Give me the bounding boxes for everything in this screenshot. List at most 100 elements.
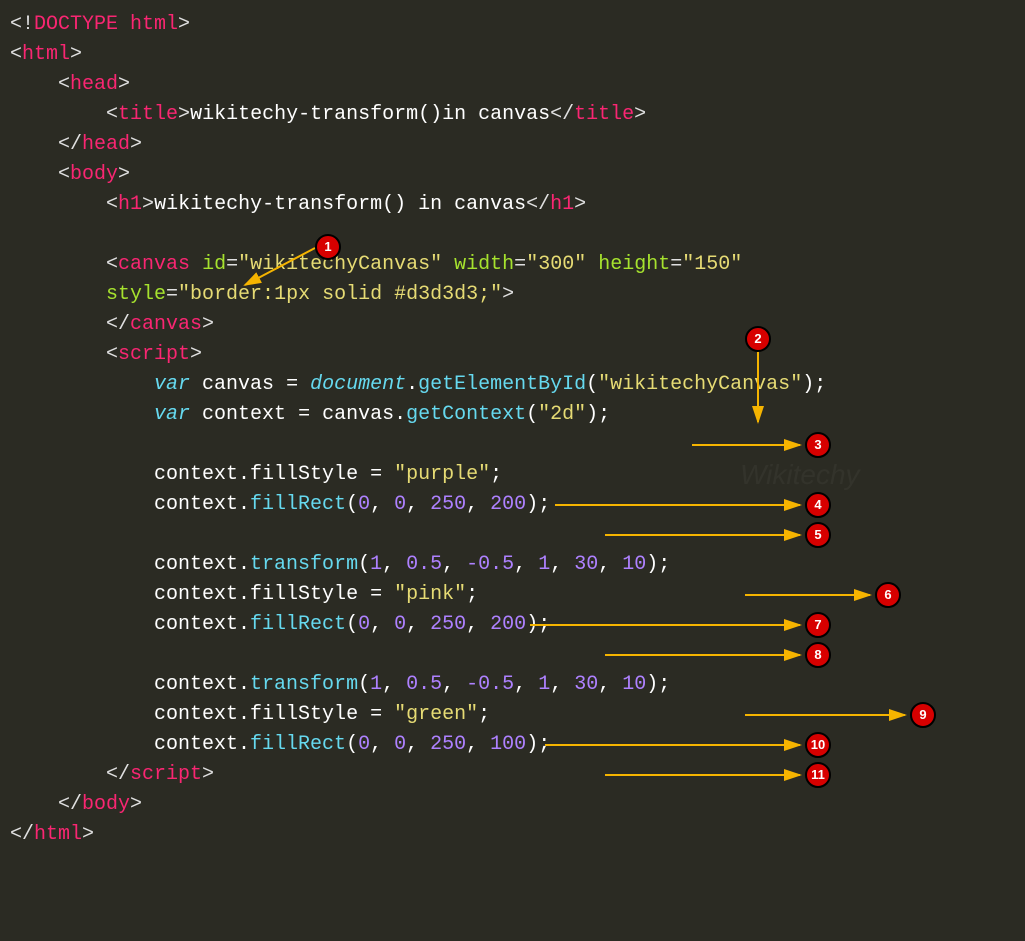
line2-fn: getContext <box>406 403 526 426</box>
line5-fn: transform <box>250 553 358 576</box>
line8-a: context. <box>154 673 250 696</box>
h1-close-tag: h1 <box>550 193 574 216</box>
doctype-open: <! <box>10 13 34 36</box>
line3-end: ; <box>490 463 502 486</box>
line6-end: ; <box>466 583 478 606</box>
line7-c: , <box>370 613 394 636</box>
line8-e: , <box>514 673 538 696</box>
h1-open-tag: h1 <box>118 193 142 216</box>
marker-6: 6 <box>875 582 901 608</box>
line10-d: , <box>406 733 430 756</box>
line5-c: , <box>382 553 406 576</box>
line5-n1: 1 <box>370 553 382 576</box>
script-open-tag: script <box>118 343 190 366</box>
line5-n4: 1 <box>538 553 550 576</box>
line10-n2: 0 <box>394 733 406 756</box>
line4-e: , <box>466 493 490 516</box>
line1-c: ( <box>586 373 598 396</box>
line1-b: . <box>406 373 418 396</box>
line5-n6: 10 <box>622 553 646 576</box>
line2-c: ( <box>526 403 538 426</box>
line3-str: "purple" <box>394 463 490 486</box>
line4-d: , <box>406 493 430 516</box>
line8-f: , <box>550 673 574 696</box>
attr-id-val: "wikitechyCanvas" <box>238 253 442 276</box>
line4-a: context. <box>154 493 250 516</box>
line1-d: ); <box>802 373 826 396</box>
line1-a: canvas = <box>190 373 310 396</box>
line5-g: , <box>598 553 622 576</box>
attr-style: style <box>106 283 166 306</box>
line7-n3: 250 <box>430 613 466 636</box>
code-pre: <!DOCTYPE html> <html> <head> <title>wik… <box>10 10 1015 850</box>
marker-11: 11 <box>805 762 831 788</box>
line7-f: ); <box>526 613 550 636</box>
line5-n5: 30 <box>574 553 598 576</box>
line4-n2: 0 <box>394 493 406 516</box>
head-open-tag: head <box>70 73 118 96</box>
line5-e: , <box>514 553 538 576</box>
line10-e: , <box>466 733 490 756</box>
line6: context.fillStyle = <box>154 583 394 606</box>
line10-a: context. <box>154 733 250 756</box>
line7-n1: 0 <box>358 613 370 636</box>
line10-n1: 0 <box>358 733 370 756</box>
line10-fn: fillRect <box>250 733 346 756</box>
code-block: <!DOCTYPE html> <html> <head> <title>wik… <box>0 0 1025 941</box>
attr-width-val: "300" <box>526 253 586 276</box>
line5-n3: -0.5 <box>466 553 514 576</box>
html-open-tag: html <box>22 43 70 66</box>
line4-n1: 0 <box>358 493 370 516</box>
line8-b: ( <box>358 673 370 696</box>
title-close-tag: title <box>574 103 634 126</box>
line10-n4: 100 <box>490 733 526 756</box>
head-close-tag: head <box>82 133 130 156</box>
line10-n3: 250 <box>430 733 466 756</box>
line1-str: "wikitechyCanvas" <box>598 373 802 396</box>
title-text: wikitechy-transform()in canvas <box>190 103 550 126</box>
marker-4: 4 <box>805 492 831 518</box>
marker-5: 5 <box>805 522 831 548</box>
line8-n3: -0.5 <box>466 673 514 696</box>
line4-b: ( <box>346 493 358 516</box>
watermark: Wikitechy <box>740 460 860 490</box>
attr-height-val: "150" <box>682 253 742 276</box>
line1-doc: document <box>310 373 406 396</box>
line7-a: context. <box>154 613 250 636</box>
line7-e: , <box>466 613 490 636</box>
line7-fn: fillRect <box>250 613 346 636</box>
line8-c: , <box>382 673 406 696</box>
line4-fn: fillRect <box>250 493 346 516</box>
line4-c: , <box>370 493 394 516</box>
canvas-open-tag: canvas <box>118 253 190 276</box>
body-close-tag: body <box>82 793 130 816</box>
line8-n5: 30 <box>574 673 598 696</box>
kw-var-1: var <box>154 373 190 396</box>
h1-text: wikitechy-transform() in canvas <box>154 193 526 216</box>
line5-f: , <box>550 553 574 576</box>
attr-id: id <box>202 253 226 276</box>
line5-a: context. <box>154 553 250 576</box>
marker-9: 9 <box>910 702 936 728</box>
marker-3: 3 <box>805 432 831 458</box>
title-open-tag: title <box>118 103 178 126</box>
line7-n2: 0 <box>394 613 406 636</box>
script-close-tag: script <box>130 763 202 786</box>
html-close-tag: html <box>34 823 82 846</box>
line10-c: , <box>370 733 394 756</box>
line8-n6: 10 <box>622 673 646 696</box>
line7-d: , <box>406 613 430 636</box>
line3: context.fillStyle = <box>154 463 394 486</box>
line5-d: , <box>442 553 466 576</box>
line5-b: ( <box>358 553 370 576</box>
doctype-close: > <box>178 13 190 36</box>
doctype-name: DOCTYPE html <box>34 13 178 36</box>
line2-d: ); <box>586 403 610 426</box>
line7-n4: 200 <box>490 613 526 636</box>
line5-h: ); <box>646 553 670 576</box>
marker-10: 10 <box>805 732 831 758</box>
line10-b: ( <box>346 733 358 756</box>
line1-fn: getElementById <box>418 373 586 396</box>
attr-style-val: "border:1px solid #d3d3d3;" <box>178 283 502 306</box>
marker-1: 1 <box>315 234 341 260</box>
